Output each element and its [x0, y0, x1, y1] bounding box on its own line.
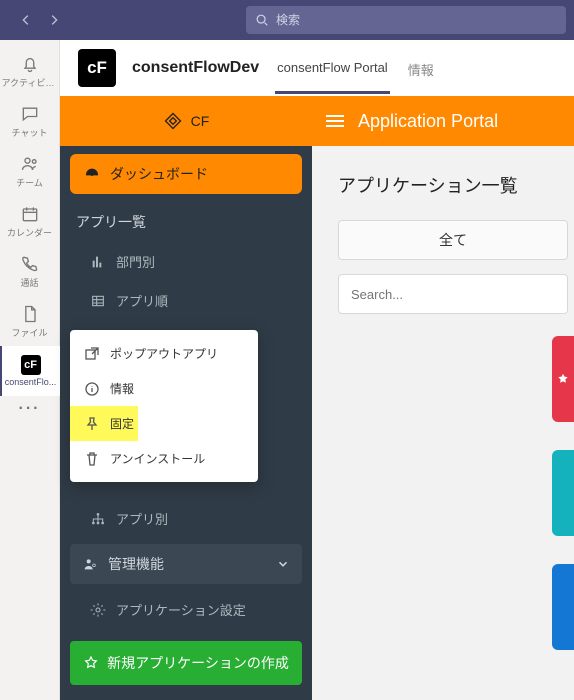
rail-label: チャット — [12, 126, 48, 139]
nav-back-button[interactable] — [14, 8, 38, 32]
ctx-popout[interactable]: ポップアウトアプリ — [70, 336, 258, 371]
rail-label: アクティビティ — [2, 76, 58, 89]
button-label: 新規アプリケーションの作成 — [107, 653, 289, 673]
filter-label: 全て — [439, 230, 467, 250]
sidenav-by-app[interactable]: アプリ順 — [60, 281, 312, 320]
sidenav-label: アプリ順 — [116, 291, 168, 310]
sidenav-by-app2[interactable]: アプリ別 — [60, 499, 312, 538]
sidenav-app-settings[interactable]: アプリケーション設定 — [60, 590, 312, 629]
trash-icon — [84, 451, 100, 467]
context-menu: ポップアウトアプリ 情報 固定 アンインストール — [70, 330, 258, 482]
titlebar — [0, 0, 574, 40]
ctx-label: 情報 — [110, 380, 134, 397]
list-search[interactable] — [338, 274, 568, 314]
brand-icon — [163, 111, 183, 131]
calendar-icon — [20, 204, 40, 224]
app-header: cF consentFlowDev consentFlow Portal 情報 — [60, 40, 574, 96]
rail-chat[interactable]: チャット — [0, 96, 60, 146]
pin-icon — [84, 416, 100, 432]
app-title: consentFlowDev — [132, 59, 259, 77]
file-icon — [20, 304, 40, 324]
user-gear-icon — [82, 556, 98, 572]
teams-icon — [20, 154, 40, 174]
rail-label: ファイル — [11, 326, 47, 339]
chevron-down-icon — [276, 557, 290, 571]
ctx-label: 固定 — [110, 415, 134, 432]
chat-icon — [20, 104, 40, 124]
filter-all-button[interactable]: 全て — [338, 220, 568, 260]
gear-icon — [90, 602, 106, 618]
rail-activity[interactable]: アクティビティ — [0, 46, 60, 96]
ctx-uninstall[interactable]: アンインストール — [70, 441, 258, 476]
nav-forward-button[interactable] — [42, 8, 66, 32]
ctx-label: ポップアウトアプリ — [110, 345, 218, 362]
sidenav-label: アプリケーション設定 — [116, 600, 246, 619]
sidenav-brand-label: CF — [191, 113, 210, 129]
new-application-button[interactable]: 新規アプリケーションの作成 — [70, 641, 302, 685]
sidenav-brand: CF — [60, 96, 312, 146]
portal-body: アプリケーション一覧 全て — [312, 146, 574, 700]
rail-teams[interactable]: チーム — [0, 146, 60, 196]
sidenav-label: 部門別 — [116, 252, 155, 271]
sidenav-label: ダッシュボード — [110, 164, 208, 184]
app-tile[interactable] — [552, 336, 574, 422]
ctx-info[interactable]: 情報 — [70, 371, 258, 406]
star-icon — [556, 372, 570, 386]
tile-strip — [552, 336, 574, 650]
app-tile[interactable] — [552, 564, 574, 650]
sidenav-by-dept[interactable]: 部門別 — [60, 242, 312, 281]
rail-calendar[interactable]: カレンダー — [0, 196, 60, 246]
rail-label: consentFlo... — [5, 377, 57, 387]
portal-title: Application Portal — [358, 111, 498, 132]
popout-icon — [84, 346, 100, 362]
global-search[interactable] — [246, 6, 566, 34]
phone-icon — [20, 254, 40, 274]
rail-label: チーム — [16, 176, 43, 189]
sidenav-dashboard[interactable]: ダッシュボード — [70, 154, 302, 194]
list-title: アプリケーション一覧 — [338, 172, 574, 198]
bell-icon — [20, 54, 40, 74]
menu-toggle-button[interactable] — [326, 115, 344, 127]
app-tile[interactable] — [552, 450, 574, 536]
rail-label: カレンダー — [7, 226, 52, 239]
rail-consentflow[interactable]: cF consentFlo... — [0, 346, 60, 396]
tab-portal[interactable]: consentFlow Portal — [275, 42, 390, 94]
info-icon — [84, 381, 100, 397]
sitemap-icon — [90, 511, 106, 527]
portal-header: Application Portal — [312, 96, 574, 146]
sidenav-admin[interactable]: 管理機能 — [70, 544, 302, 584]
chart-icon — [90, 254, 106, 270]
search-icon — [254, 13, 270, 27]
tab-info[interactable]: 情報 — [406, 42, 436, 95]
sidenav-label: アプリ一覧 — [76, 212, 146, 232]
consentflow-logo-icon: cF — [21, 355, 41, 375]
grid-icon — [90, 293, 106, 309]
rail-files[interactable]: ファイル — [0, 296, 60, 346]
list-search-input[interactable] — [351, 287, 555, 302]
dashboard-icon — [84, 166, 100, 182]
rail-more-button[interactable]: ··· — [19, 400, 41, 418]
sidenav-label: アプリ別 — [116, 509, 168, 528]
app-logo-icon: cF — [78, 49, 116, 87]
star-icon — [83, 655, 99, 671]
app-rail: アクティビティ チャット チーム カレンダー 通話 ファイル cF consen… — [0, 40, 60, 700]
global-search-input[interactable] — [276, 13, 558, 27]
sidenav-label: 管理機能 — [108, 554, 164, 574]
rail-calls[interactable]: 通話 — [0, 246, 60, 296]
sidenav-app-list[interactable]: アプリ一覧 — [60, 202, 312, 242]
ctx-pin[interactable]: 固定 — [70, 406, 258, 441]
rail-label: 通話 — [20, 276, 38, 289]
ctx-label: アンインストール — [110, 450, 205, 467]
